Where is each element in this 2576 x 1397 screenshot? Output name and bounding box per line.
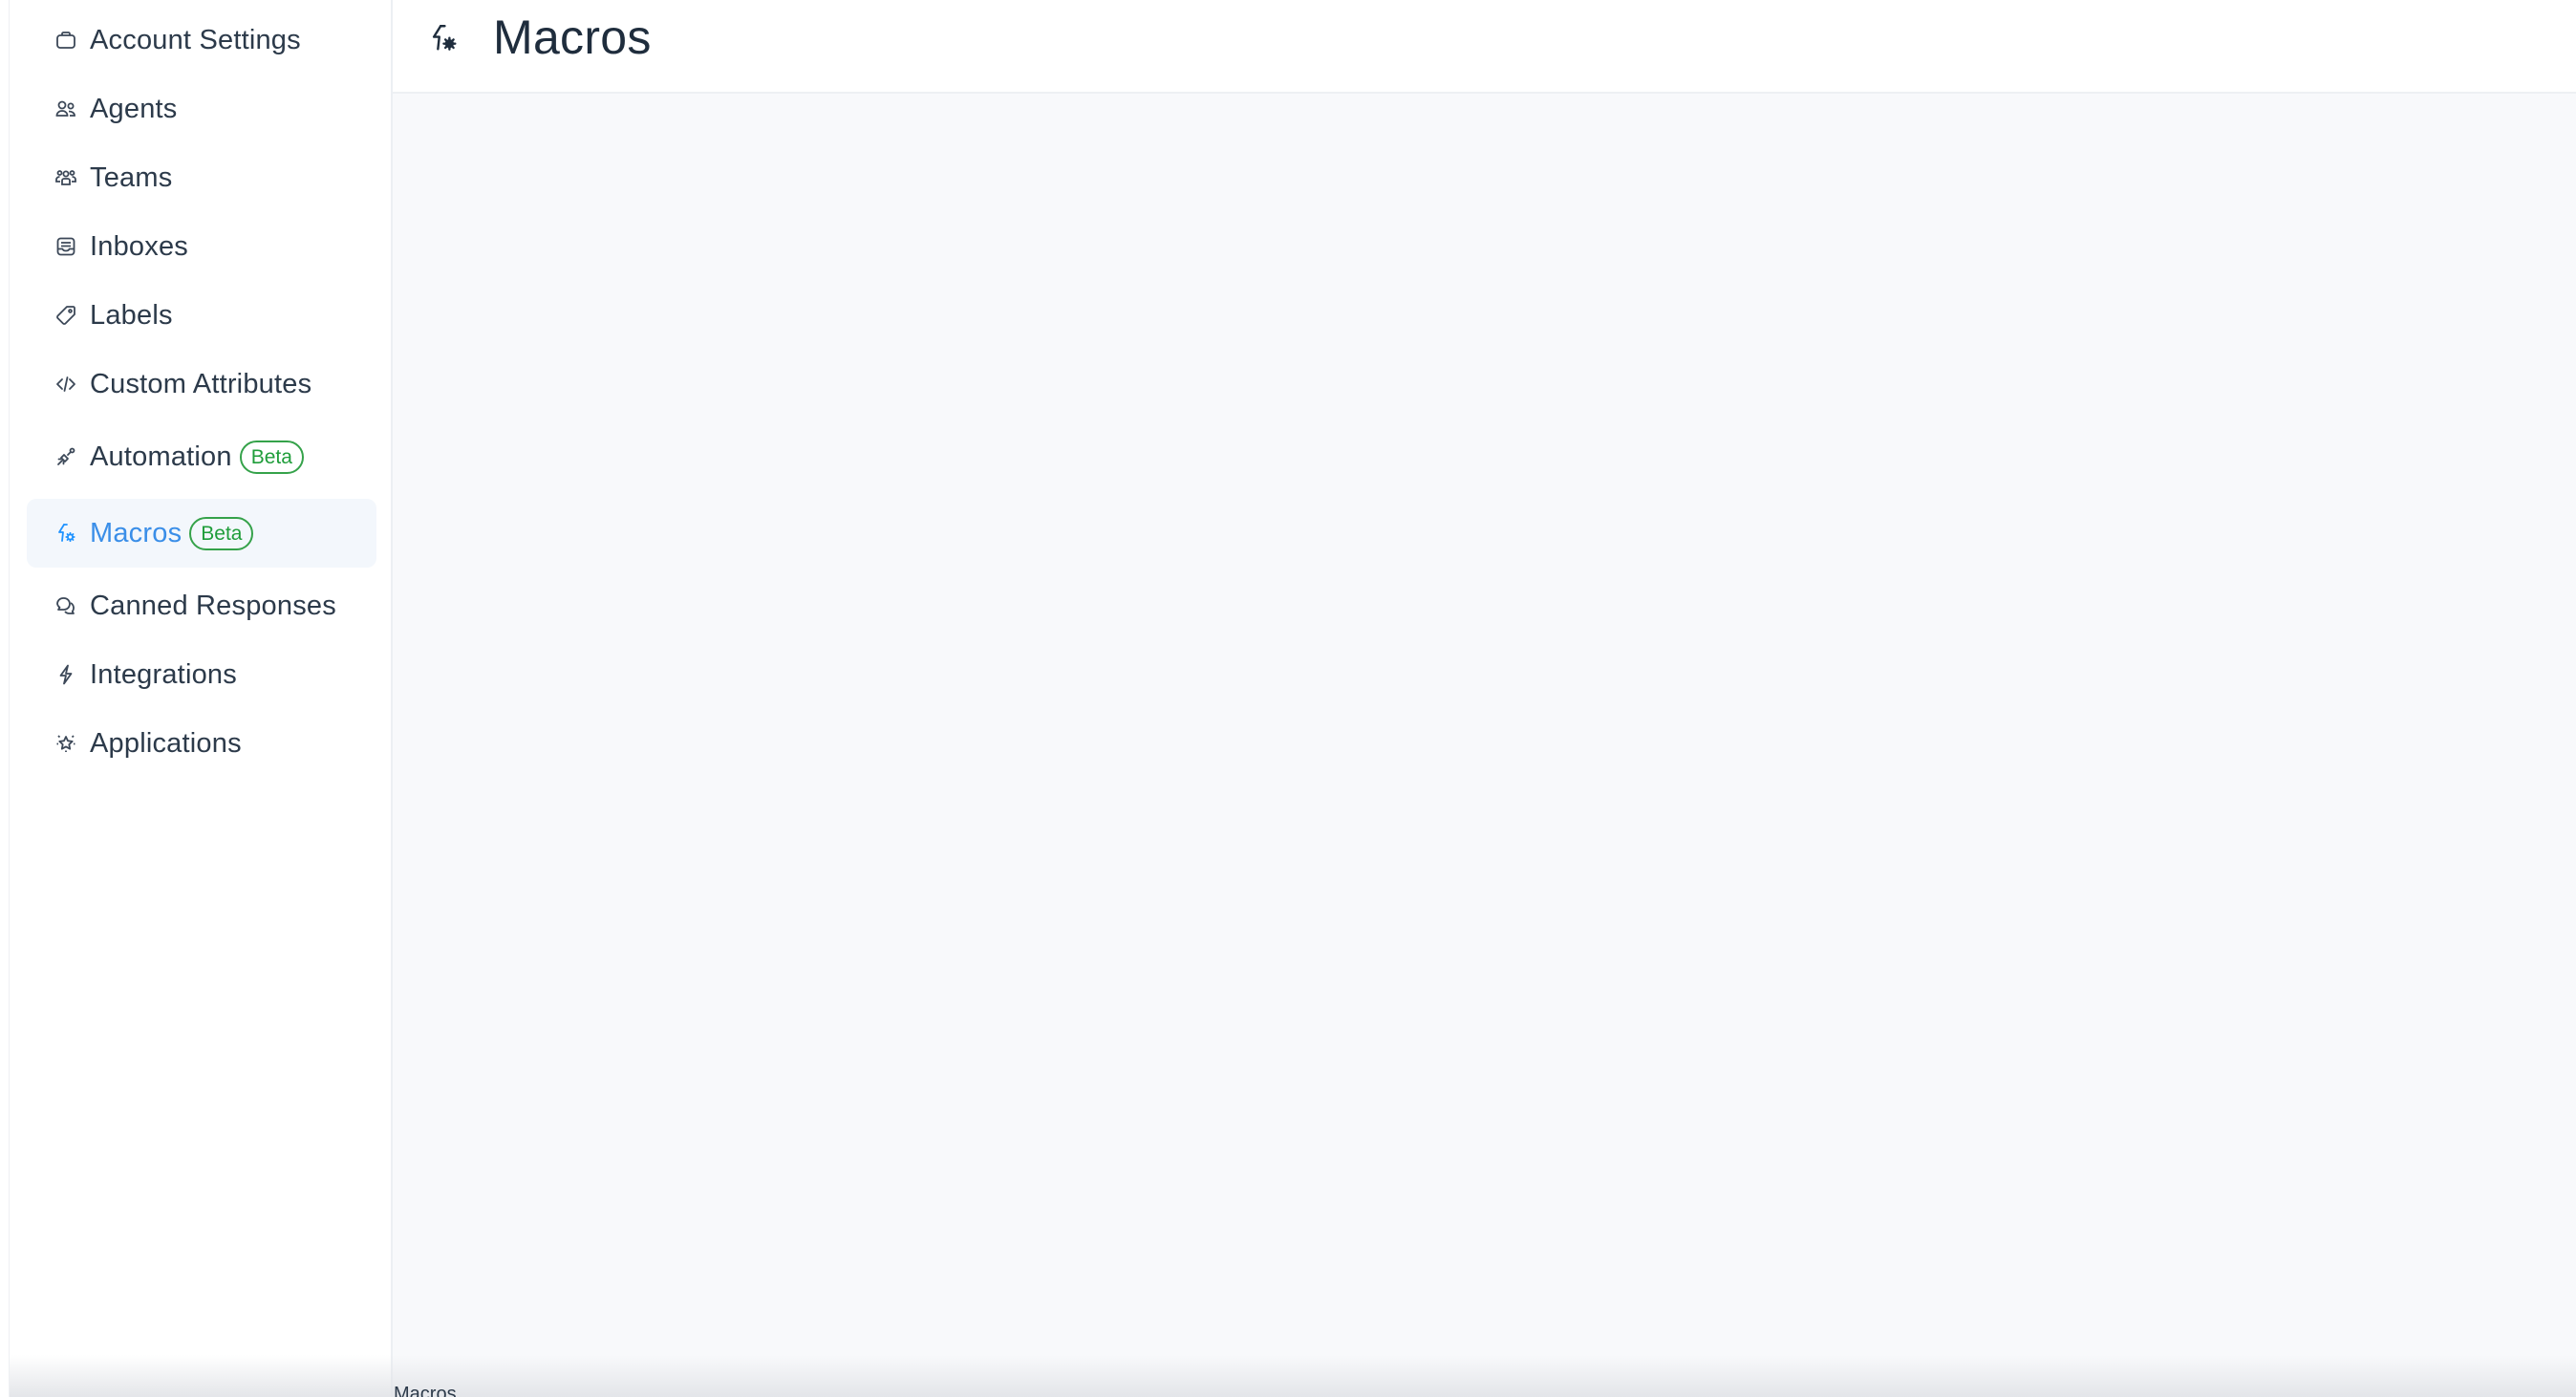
sidebar-item-applications[interactable]: Applications xyxy=(27,709,376,778)
macros-icon xyxy=(427,21,460,55)
sidebar-item-label: Inboxes xyxy=(90,230,188,262)
sidebar-item-label: Labels xyxy=(90,299,173,331)
sidebar-item-label: Agents xyxy=(90,93,178,124)
sidebar-item-inboxes[interactable]: Inboxes xyxy=(27,212,376,281)
beta-badge: Beta xyxy=(189,516,254,550)
sidebar-item-canned-responses[interactable]: Canned Responses xyxy=(27,571,376,640)
macros-icon xyxy=(54,521,78,546)
settings-sidebar: Account Settings Agents Teams Inboxes La… xyxy=(10,0,393,1397)
sidebar-item-label: Automation xyxy=(90,441,232,472)
people-icon xyxy=(54,97,78,121)
sidebar-item-label: Custom Attributes xyxy=(90,368,312,399)
sidebar-item-macros[interactable]: Macros Beta xyxy=(27,499,376,568)
sidebar-item-custom-attributes[interactable]: Custom Attributes xyxy=(27,350,376,419)
briefcase-icon xyxy=(54,28,78,53)
star-emphasis-icon xyxy=(54,731,78,756)
chat-multiple-icon xyxy=(54,593,78,618)
sidebar-item-label: Macros xyxy=(90,517,182,548)
sidebar-item-label: Account Settings xyxy=(90,24,301,55)
app-window: Account Settings Agents Teams Inboxes La… xyxy=(0,0,2576,1397)
beta-badge: Beta xyxy=(239,440,304,474)
automation-icon xyxy=(54,444,78,469)
sidebar-item-label: Integrations xyxy=(90,658,237,690)
sidebar-item-account-settings[interactable]: Account Settings xyxy=(27,6,376,75)
sidebar-item-label: Teams xyxy=(90,161,173,193)
page-title: Macros xyxy=(493,11,652,64)
tag-icon xyxy=(54,303,78,328)
main-content: Macros xyxy=(393,0,2576,1397)
page-header: Macros xyxy=(393,0,2576,94)
settings-nav: Account Settings Agents Teams Inboxes La… xyxy=(10,0,391,759)
code-icon xyxy=(54,372,78,397)
sidebar-item-agents[interactable]: Agents xyxy=(27,75,376,143)
left-rail xyxy=(0,0,10,1397)
inbox-icon xyxy=(54,234,78,259)
sidebar-item-integrations[interactable]: Integrations xyxy=(27,640,376,709)
flash-icon xyxy=(54,662,78,687)
sidebar-item-label: Canned Responses xyxy=(90,590,336,621)
sidebar-item-labels[interactable]: Labels xyxy=(27,281,376,350)
sidebar-item-automation[interactable]: Automation Beta xyxy=(27,422,376,491)
sidebar-item-label: Applications xyxy=(90,727,242,759)
footer-title: Macros xyxy=(394,1384,457,1397)
sidebar-item-teams[interactable]: Teams xyxy=(27,143,376,212)
people-team-icon xyxy=(54,165,78,190)
